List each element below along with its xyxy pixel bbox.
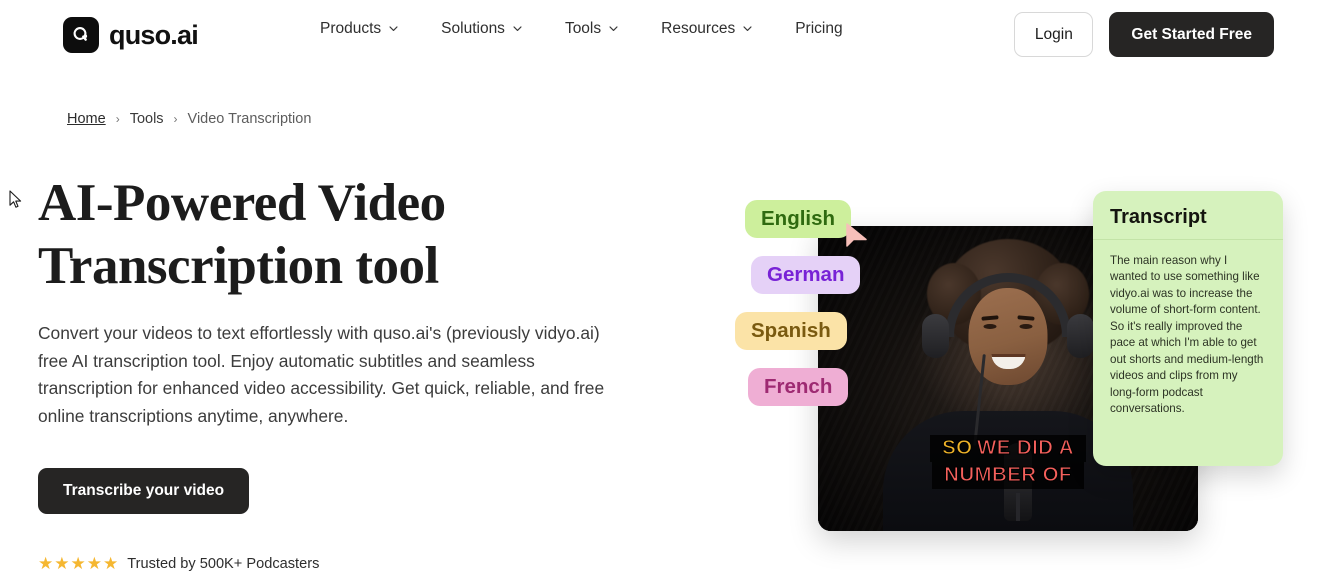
star-icon: ★: [38, 554, 54, 573]
quso-q-logo-icon: [63, 17, 99, 53]
transcript-body: The main reason why I wanted to use some…: [1110, 254, 1264, 416]
nav-label-pricing: Pricing: [795, 20, 843, 37]
nav-item-products[interactable]: Products: [320, 20, 399, 38]
chevron-down-icon: [608, 23, 619, 34]
login-button[interactable]: Login: [1014, 12, 1094, 57]
video-subtitles: SO WE DID A NUMBER OF: [913, 435, 1103, 489]
subtitle-word-highlight: SO: [942, 436, 973, 460]
page-title: AI-Powered Video Transcription tool: [38, 174, 446, 295]
trust-badge: ★ ★ ★ ★ ★ Trusted by 500K+ Podcasters: [38, 555, 319, 572]
page-root: quso.ai Products Solutions Tools Resourc…: [0, 0, 1327, 587]
language-pill-english[interactable]: English: [745, 200, 852, 238]
hero-description: Convert your videos to text effortlessly…: [38, 323, 605, 426]
star-icon: ★: [86, 554, 102, 573]
chevron-down-icon: [512, 23, 523, 34]
chevron-down-icon: [388, 23, 399, 34]
breadcrumb-separator-icon: ›: [115, 112, 120, 126]
smile: [991, 354, 1025, 369]
hero-visual: SO WE DID A NUMBER OF English German Spa…: [735, 180, 1310, 560]
star-rating: ★ ★ ★ ★ ★: [38, 555, 118, 572]
brand-name: quso.ai: [109, 19, 199, 50]
transcript-card: Transcript The main reason why I wanted …: [1093, 191, 1283, 466]
mouse-pointer-icon: [9, 190, 23, 210]
nav-item-pricing[interactable]: Pricing: [795, 20, 842, 38]
nav-label-solutions: Solutions: [441, 20, 505, 37]
breadcrumb-item-tools[interactable]: Tools: [130, 111, 164, 127]
language-pill-spanish[interactable]: Spanish: [735, 312, 847, 350]
star-icon: ★: [103, 554, 119, 573]
headphone-earcup-left: [922, 314, 949, 358]
pink-arrow-cursor-icon: [846, 222, 868, 250]
trust-text: Trusted by 500K+ Podcasters: [127, 555, 320, 572]
chevron-down-icon: [742, 23, 753, 34]
transcript-header: Transcript: [1093, 191, 1283, 240]
get-started-free-button[interactable]: Get Started Free: [1109, 12, 1274, 57]
eyebrow-left: [981, 315, 999, 321]
subtitle-line-1: SO WE DID A: [930, 435, 1086, 463]
subtitle-line-1-rest: WE DID A: [976, 436, 1074, 460]
nav-label-resources: Resources: [661, 20, 736, 37]
header-actions: Login Get Started Free: [1014, 12, 1274, 57]
nav-item-resources[interactable]: Resources: [661, 20, 753, 38]
eyebrow-right: [1017, 315, 1035, 321]
microphone-stem: [1016, 493, 1020, 521]
subtitle-line-2: NUMBER OF: [932, 462, 1084, 489]
eye-right: [1019, 324, 1033, 329]
star-icon: ★: [54, 554, 70, 573]
nav-label-tools: Tools: [564, 20, 602, 37]
headphone-earcup-right: [1067, 314, 1094, 358]
language-pill-french[interactable]: French: [748, 368, 849, 406]
breadcrumb: Home › Tools › Video Transcription: [67, 111, 311, 127]
star-icon: ★: [70, 554, 86, 573]
breadcrumb-item-home[interactable]: Home: [67, 111, 106, 127]
breadcrumb-separator-icon: ›: [173, 112, 178, 126]
nav-label-products: Products: [320, 20, 382, 37]
brand-logo[interactable]: quso.ai: [63, 17, 199, 53]
transcribe-your-video-button[interactable]: Transcribe your video: [38, 468, 250, 514]
nav-item-solutions[interactable]: Solutions: [441, 20, 523, 38]
nav-item-tools[interactable]: Tools: [565, 20, 619, 38]
breadcrumb-item-current: Video Transcription: [187, 111, 312, 127]
subtitle-line-2-text: NUMBER OF: [944, 463, 1072, 487]
language-pill-german[interactable]: German: [751, 256, 861, 294]
main-nav: Products Solutions Tools Resources Prici…: [320, 20, 843, 38]
transcript-title: Transcript: [1110, 206, 1207, 228]
eye-left: [983, 324, 997, 329]
site-header: quso.ai Products Solutions Tools Resourc…: [0, 0, 1327, 69]
